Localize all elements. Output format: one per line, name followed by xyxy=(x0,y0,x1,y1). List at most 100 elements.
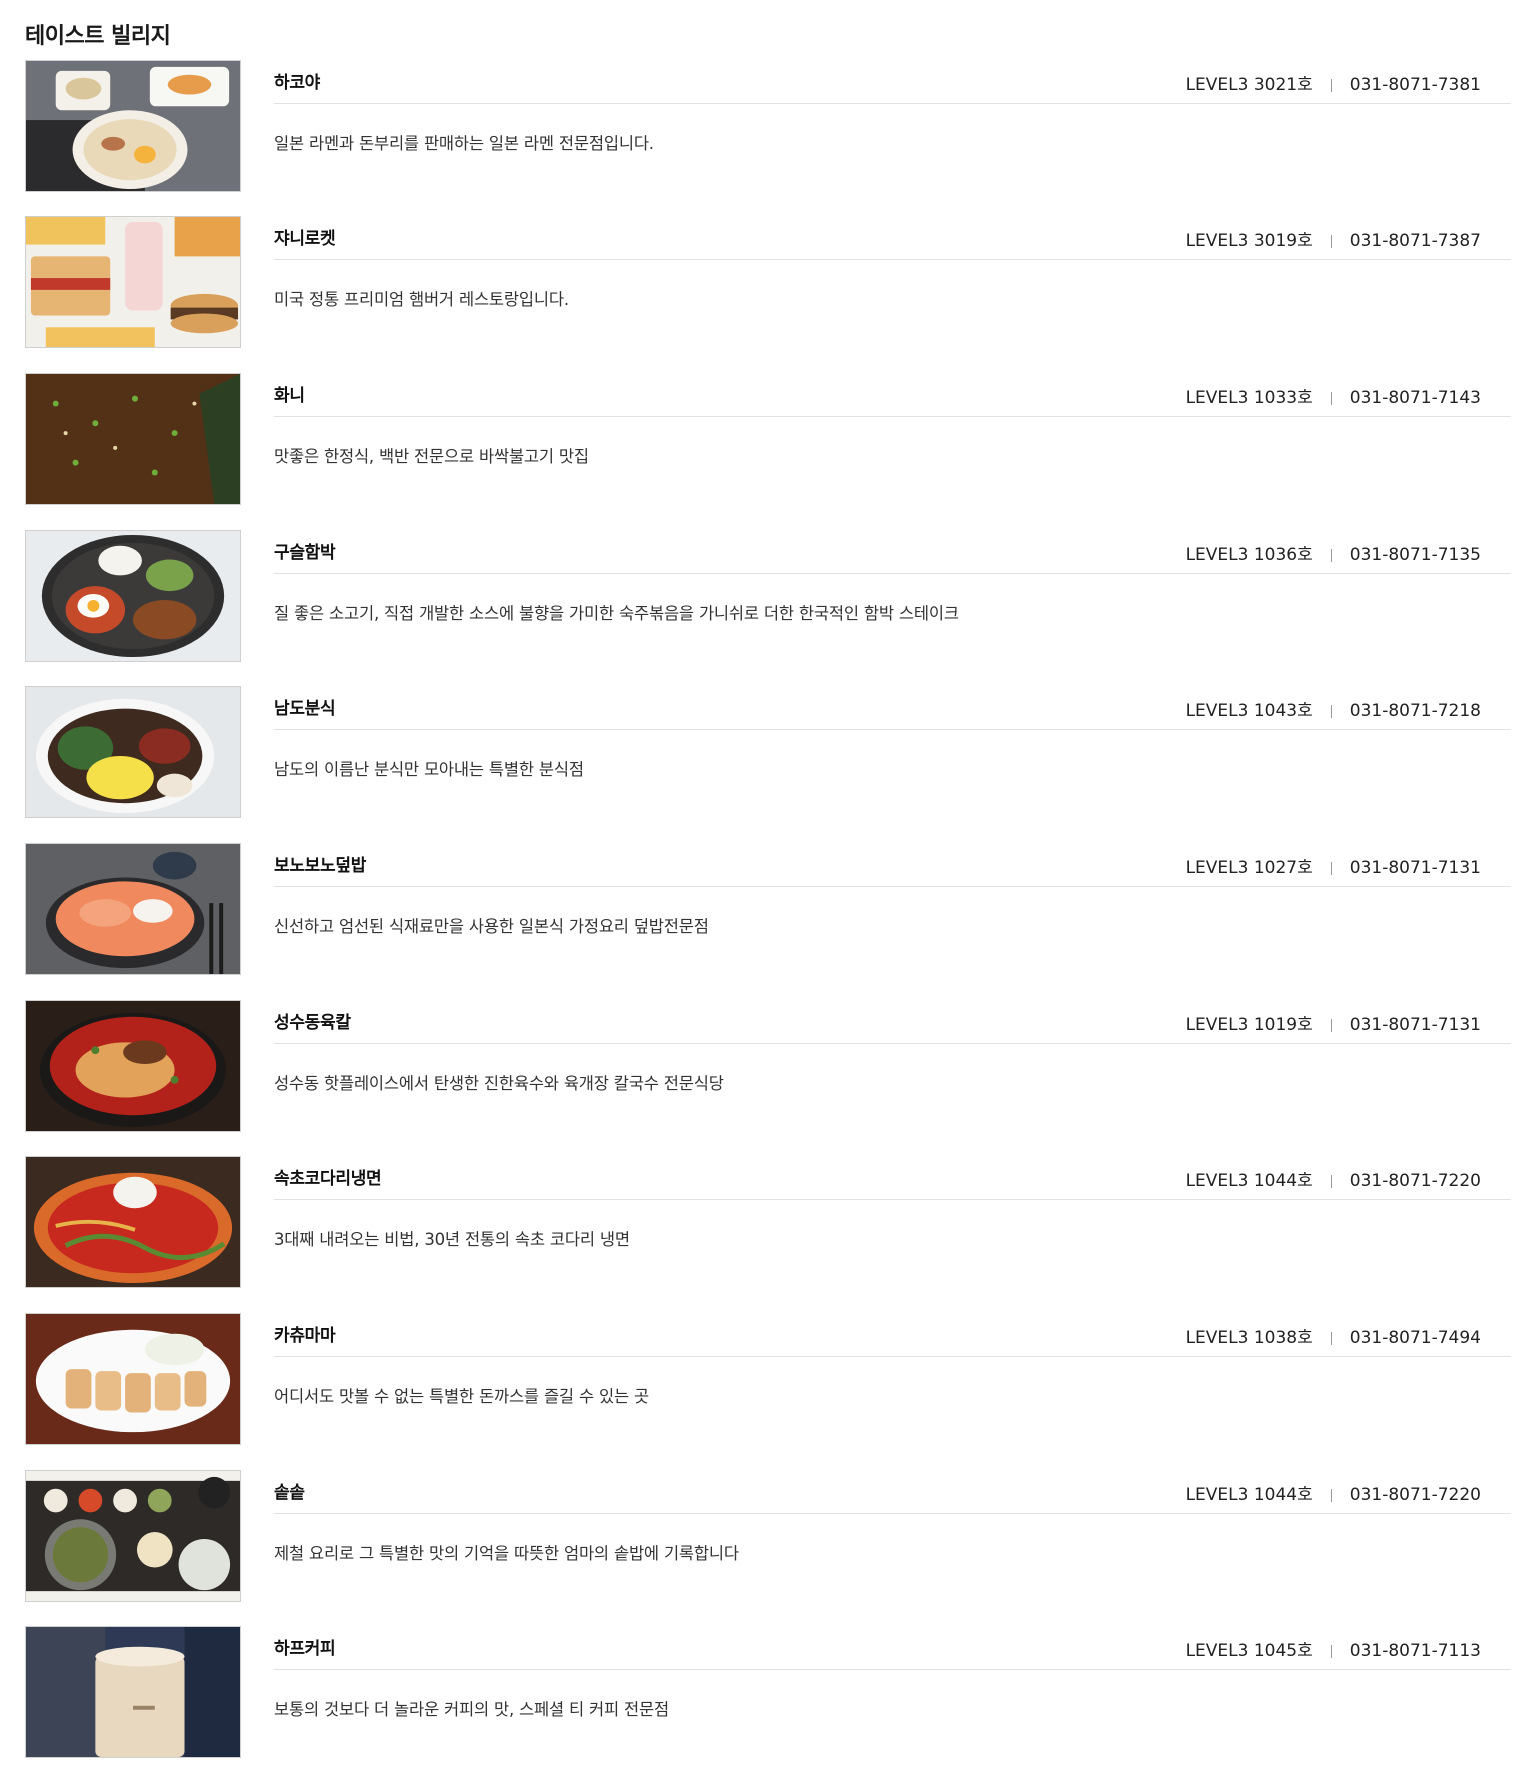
restaurant-info: 하코야 LEVEL3 3021호 031-8071-7381 일본 라멘과 돈부리… xyxy=(274,60,1511,192)
restaurant-row-hakoya[interactable]: 하코야 LEVEL3 3021호 031-8071-7381 일본 라멘과 돈부리… xyxy=(25,60,1520,195)
restaurant-thumbnail[interactable] xyxy=(25,1470,241,1602)
restaurant-phone[interactable]: 031-8071-7135 xyxy=(1350,545,1481,565)
restaurant-meta: LEVEL3 1038호 031-8071-7494 xyxy=(1186,1323,1481,1348)
restaurant-info: 성수동육칼 LEVEL3 1019호 031-8071-7131 성수동 핫플레이… xyxy=(274,1000,1511,1132)
meta-separator xyxy=(1330,234,1332,248)
row-divider xyxy=(274,729,1511,730)
row-divider xyxy=(274,259,1511,260)
meta-separator xyxy=(1330,1488,1332,1502)
restaurant-name[interactable]: 남도분식 xyxy=(274,694,336,719)
restaurant-phone[interactable]: 031-8071-7218 xyxy=(1350,701,1481,721)
meta-separator xyxy=(1330,548,1332,562)
meta-separator xyxy=(1330,1644,1332,1658)
restaurant-info: 구슬함박 LEVEL3 1036호 031-8071-7135 질 좋은 소고기,… xyxy=(274,530,1511,662)
restaurant-row-katsumama[interactable]: 카츄마마 LEVEL3 1038호 031-8071-7494 어디서도 맛볼 수… xyxy=(25,1313,1520,1448)
restaurant-meta: LEVEL3 1045호 031-8071-7113 xyxy=(1186,1636,1481,1661)
restaurant-row-hwani[interactable]: 화니 LEVEL3 1033호 031-8071-7143 맛좋은 한정식, 백반… xyxy=(25,373,1520,508)
restaurant-phone[interactable]: 031-8071-7131 xyxy=(1350,1015,1481,1035)
restaurant-meta: LEVEL3 1027호 031-8071-7131 xyxy=(1186,853,1481,878)
meta-separator xyxy=(1330,78,1332,92)
restaurant-row-sokcho-naengmyeon[interactable]: 속초코다리냉면 LEVEL3 1044호 031-8071-7220 3대째 내려… xyxy=(25,1156,1520,1291)
restaurant-meta: LEVEL3 3021호 031-8071-7381 xyxy=(1186,70,1481,95)
restaurant-info: 화니 LEVEL3 1033호 031-8071-7143 맛좋은 한정식, 백반… xyxy=(274,373,1511,505)
restaurant-row-seongsu-yukkal[interactable]: 성수동육칼 LEVEL3 1019호 031-8071-7131 성수동 핫플레이… xyxy=(25,1000,1520,1135)
restaurant-meta: LEVEL3 1044호 031-8071-7220 xyxy=(1186,1166,1481,1191)
restaurant-meta: LEVEL3 1043호 031-8071-7218 xyxy=(1186,696,1481,721)
restaurant-thumbnail[interactable] xyxy=(25,1626,241,1758)
row-divider xyxy=(274,103,1511,104)
restaurant-meta: LEVEL3 3019호 031-8071-7387 xyxy=(1186,226,1481,251)
restaurant-location: LEVEL3 1043호 xyxy=(1185,701,1313,721)
meta-separator xyxy=(1330,1018,1332,1032)
restaurant-name[interactable]: 솥솥 xyxy=(274,1478,305,1503)
restaurant-phone[interactable]: 031-8071-7381 xyxy=(1350,75,1481,95)
restaurant-location: LEVEL3 3021호 xyxy=(1185,75,1313,95)
restaurant-thumbnail[interactable] xyxy=(25,373,241,505)
restaurant-thumbnail[interactable] xyxy=(25,530,241,662)
restaurant-phone[interactable]: 031-8071-7494 xyxy=(1350,1328,1481,1348)
restaurant-info: 보노보노덮밥 LEVEL3 1027호 031-8071-7131 신선하고 엄선… xyxy=(274,843,1511,975)
restaurant-thumbnail[interactable] xyxy=(25,1156,241,1288)
meta-separator xyxy=(1330,1174,1332,1188)
restaurant-name[interactable]: 카츄마마 xyxy=(274,1321,336,1346)
restaurant-info: 카츄마마 LEVEL3 1038호 031-8071-7494 어디서도 맛볼 수… xyxy=(274,1313,1511,1445)
restaurant-location: LEVEL3 1033호 xyxy=(1185,388,1313,408)
restaurant-info: 속초코다리냉면 LEVEL3 1044호 031-8071-7220 3대째 내려… xyxy=(274,1156,1511,1288)
restaurant-info: 쟈니로켓 LEVEL3 3019호 031-8071-7387 미국 정통 프리미… xyxy=(274,216,1511,348)
restaurant-name[interactable]: 보노보노덮밥 xyxy=(274,851,366,876)
restaurant-location: LEVEL3 1044호 xyxy=(1185,1171,1313,1191)
restaurant-description: 맛좋은 한정식, 백반 전문으로 바싹불고기 맛집 xyxy=(274,447,589,466)
meta-separator xyxy=(1330,391,1332,405)
row-divider xyxy=(274,886,1511,887)
meta-separator xyxy=(1330,861,1332,875)
restaurant-name[interactable]: 성수동육칼 xyxy=(274,1008,351,1033)
restaurant-location: LEVEL3 1036호 xyxy=(1185,545,1313,565)
restaurant-thumbnail[interactable] xyxy=(25,216,241,348)
restaurant-phone[interactable]: 031-8071-7220 xyxy=(1350,1485,1481,1505)
restaurant-thumbnail[interactable] xyxy=(25,60,241,192)
meta-separator xyxy=(1330,1331,1332,1345)
restaurant-location: LEVEL3 1045호 xyxy=(1185,1641,1313,1661)
restaurant-phone[interactable]: 031-8071-7220 xyxy=(1350,1171,1481,1191)
restaurant-name[interactable]: 하프커피 xyxy=(274,1634,336,1659)
restaurant-phone[interactable]: 031-8071-7131 xyxy=(1350,858,1481,878)
restaurant-description: 어디서도 맛볼 수 없는 특별한 돈까스를 즐길 수 있는 곳 xyxy=(274,1387,649,1406)
restaurant-row-bonobono[interactable]: 보노보노덮밥 LEVEL3 1027호 031-8071-7131 신선하고 엄선… xyxy=(25,843,1520,978)
row-divider xyxy=(274,416,1511,417)
restaurant-location: LEVEL3 1027호 xyxy=(1185,858,1313,878)
restaurant-thumbnail[interactable] xyxy=(25,686,241,818)
restaurant-row-guseul-hambak[interactable]: 구슬함박 LEVEL3 1036호 031-8071-7135 질 좋은 소고기,… xyxy=(25,530,1520,665)
restaurant-phone[interactable]: 031-8071-7143 xyxy=(1350,388,1481,408)
restaurant-info: 솥솥 LEVEL3 1044호 031-8071-7220 제철 요리로 그 특별… xyxy=(274,1470,1511,1602)
restaurant-phone[interactable]: 031-8071-7113 xyxy=(1350,1641,1481,1661)
restaurant-name[interactable]: 하코야 xyxy=(274,68,320,93)
restaurant-phone[interactable]: 031-8071-7387 xyxy=(1350,231,1481,251)
restaurant-meta: LEVEL3 1019호 031-8071-7131 xyxy=(1186,1010,1481,1035)
section-title: 테이스트 빌리지 xyxy=(25,24,171,49)
restaurant-location: LEVEL3 1038호 xyxy=(1185,1328,1313,1348)
restaurant-row-sotsot[interactable]: 솥솥 LEVEL3 1044호 031-8071-7220 제철 요리로 그 특별… xyxy=(25,1470,1520,1605)
row-divider xyxy=(274,573,1511,574)
row-divider xyxy=(274,1669,1511,1670)
restaurant-row-namdo-bunsik[interactable]: 남도분식 LEVEL3 1043호 031-8071-7218 남도의 이름난 분… xyxy=(25,686,1520,821)
row-divider xyxy=(274,1513,1511,1514)
restaurant-thumbnail[interactable] xyxy=(25,1000,241,1132)
restaurant-name[interactable]: 속초코다리냉면 xyxy=(274,1164,382,1189)
restaurant-description: 신선하고 엄선된 식재료만을 사용한 일본식 가정요리 덮밥전문점 xyxy=(274,917,709,936)
restaurant-location: LEVEL3 1019호 xyxy=(1185,1015,1313,1035)
restaurant-name[interactable]: 화니 xyxy=(274,381,305,406)
restaurant-thumbnail[interactable] xyxy=(25,843,241,975)
restaurant-name[interactable]: 쟈니로켓 xyxy=(274,224,336,249)
restaurant-description: 성수동 핫플레이스에서 탄생한 진한육수와 육개장 칼국수 전문식당 xyxy=(274,1074,724,1093)
restaurant-meta: LEVEL3 1036호 031-8071-7135 xyxy=(1186,540,1481,565)
restaurant-thumbnail[interactable] xyxy=(25,1313,241,1445)
restaurant-row-half-coffee[interactable]: 하프커피 LEVEL3 1045호 031-8071-7113 보통의 것보다 더… xyxy=(25,1626,1520,1761)
restaurant-description: 3대째 내려오는 비법, 30년 전통의 속초 코다리 냉면 xyxy=(274,1230,630,1249)
restaurant-info: 남도분식 LEVEL3 1043호 031-8071-7218 남도의 이름난 분… xyxy=(274,686,1511,818)
restaurant-row-johnny-rockets[interactable]: 쟈니로켓 LEVEL3 3019호 031-8071-7387 미국 정통 프리미… xyxy=(25,216,1520,351)
row-divider xyxy=(274,1199,1511,1200)
row-divider xyxy=(274,1356,1511,1357)
restaurant-meta: LEVEL3 1033호 031-8071-7143 xyxy=(1186,383,1481,408)
restaurant-name[interactable]: 구슬함박 xyxy=(274,538,336,563)
restaurant-description: 제철 요리로 그 특별한 맛의 기억을 따뜻한 엄마의 솥밥에 기록합니다 xyxy=(274,1544,739,1563)
